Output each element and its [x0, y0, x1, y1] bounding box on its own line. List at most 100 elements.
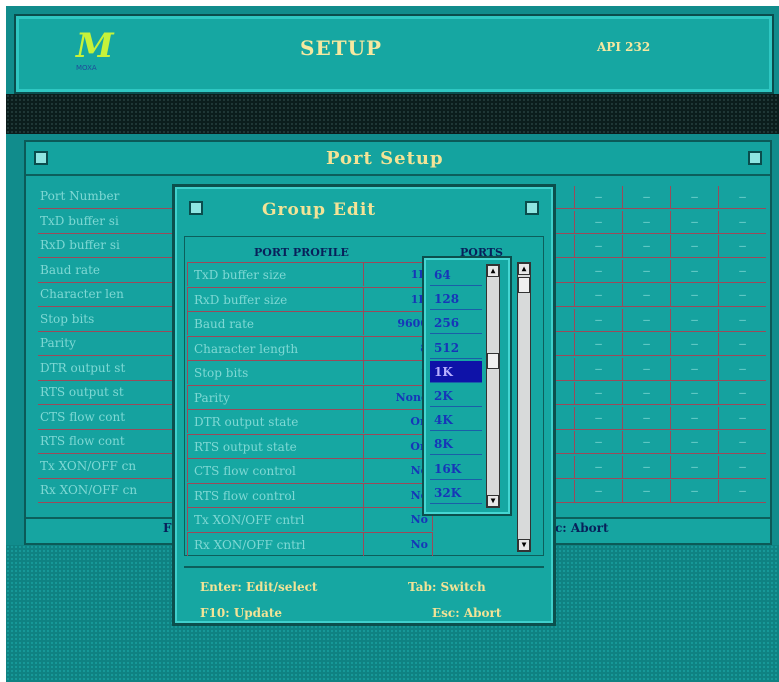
port-value-cell[interactable]: —	[718, 455, 766, 478]
port-value-cell[interactable]: —	[670, 308, 718, 331]
profile-row[interactable]: CTS flow control No	[187, 458, 433, 482]
buffer-option[interactable]: 4K	[430, 409, 482, 432]
port-value-cell[interactable]: —	[718, 382, 766, 404]
port-value-cell[interactable]: —	[718, 480, 766, 502]
dropdown-scroll-down-icon[interactable]: ▼	[487, 495, 499, 507]
buffer-option[interactable]: 256	[430, 312, 482, 335]
dropdown-scrollbar[interactable]: ▲ ▼	[486, 264, 500, 508]
port-value-cell[interactable]: —	[574, 259, 622, 282]
port-value-cell[interactable]: —	[622, 357, 670, 380]
scroll-thumb[interactable]	[518, 277, 530, 293]
profile-row[interactable]: TxD buffer size 1K	[187, 262, 433, 286]
scroll-up-arrow-icon[interactable]: ▲	[518, 263, 530, 275]
profile-value[interactable]: On	[366, 440, 428, 453]
buffer-option[interactable]: 1K	[430, 360, 482, 383]
profile-row[interactable]: RTS flow control No	[187, 482, 433, 507]
port-value-cell[interactable]: —	[622, 308, 670, 331]
port-value-cell[interactable]: —	[670, 333, 718, 355]
port-value-cell[interactable]: —	[718, 259, 766, 282]
port-value-cell[interactable]: —	[718, 235, 766, 257]
port-value-cell[interactable]: —	[670, 259, 718, 282]
port-value-cell[interactable]: —	[718, 357, 766, 380]
dropdown-scroll-up-icon[interactable]: ▲	[487, 265, 499, 277]
profile-row[interactable]: RTS output state On	[187, 433, 433, 458]
profile-row[interactable]: RxD buffer size 1K	[187, 286, 433, 311]
port-value-cell[interactable]: —	[670, 284, 718, 306]
port-value-cell[interactable]: —	[670, 210, 718, 233]
port-value-cell[interactable]: —	[622, 382, 670, 404]
port-value-cell[interactable]: —	[622, 333, 670, 355]
port-value-cell[interactable]: —	[574, 284, 622, 306]
window-maximize-box-icon[interactable]	[748, 151, 762, 165]
profile-row[interactable]: Stop bits 1	[187, 360, 433, 384]
port-value-cell[interactable]: —	[670, 357, 718, 380]
port-value-cell[interactable]: —	[622, 210, 670, 233]
port-value-cell[interactable]: —	[622, 284, 670, 306]
port-value-cell[interactable]: —	[670, 480, 718, 502]
profile-value[interactable]: On	[366, 415, 428, 428]
port-value-cell[interactable]: —	[574, 431, 622, 453]
port-value-cell[interactable]: —	[574, 406, 622, 429]
profile-row[interactable]: Baud rate 9600	[187, 311, 433, 335]
buffer-option[interactable]: 8K	[430, 433, 482, 456]
port-value-cell[interactable]: —	[718, 186, 766, 208]
profile-value[interactable]: No	[366, 464, 428, 477]
port-value-cell[interactable]: —	[574, 210, 622, 233]
buffer-option[interactable]: 32K	[430, 482, 482, 504]
port-value-cell[interactable]: —	[718, 431, 766, 453]
profile-row[interactable]: Character length 8	[187, 335, 433, 360]
port-value-cell[interactable]: —	[670, 455, 718, 478]
profile-value[interactable]: No	[366, 513, 428, 526]
port-value-cell[interactable]: —	[622, 259, 670, 282]
window-menu-box-icon[interactable]	[34, 151, 48, 165]
profile-row[interactable]: Rx XON/OFF cntrl No	[187, 531, 433, 556]
port-value-cell[interactable]: —	[718, 308, 766, 331]
port-value-cell[interactable]: —	[670, 382, 718, 404]
buffer-option[interactable]: 64	[430, 264, 482, 286]
profile-value[interactable]: 9600	[366, 317, 428, 330]
port-value-cell[interactable]: —	[622, 431, 670, 453]
port-value-cell[interactable]: —	[718, 333, 766, 355]
buffer-option[interactable]: 2K	[430, 385, 482, 407]
profile-value[interactable]: 1	[366, 366, 428, 379]
profile-value[interactable]: 8	[366, 342, 428, 355]
scroll-down-arrow-icon[interactable]: ▼	[518, 539, 530, 551]
port-value-cell[interactable]: —	[574, 186, 622, 208]
port-value-cell[interactable]: —	[718, 284, 766, 306]
profile-value[interactable]: 1K	[366, 293, 428, 306]
buffer-option[interactable]: 512	[430, 337, 482, 359]
port-value-cell[interactable]: —	[622, 480, 670, 502]
profile-value[interactable]: No	[366, 489, 428, 502]
port-value-cell[interactable]: —	[574, 357, 622, 380]
port-value-cell[interactable]: —	[574, 480, 622, 502]
profile-row[interactable]: Parity None	[187, 384, 433, 409]
dropdown-scroll-thumb[interactable]	[487, 353, 499, 369]
port-value-cell[interactable]: —	[718, 406, 766, 429]
port-value-cell[interactable]: —	[718, 210, 766, 233]
port-value-cell[interactable]: —	[622, 235, 670, 257]
port-value-cell[interactable]: —	[670, 431, 718, 453]
profile-value[interactable]: 1K	[366, 268, 428, 281]
profile-value[interactable]: No	[366, 538, 428, 551]
profile-separator	[363, 459, 364, 482]
port-value-cell[interactable]: —	[574, 382, 622, 404]
group-menu-box-icon[interactable]	[189, 201, 203, 215]
buffer-option[interactable]: 16K	[430, 458, 482, 480]
port-value-cell[interactable]: —	[670, 186, 718, 208]
port-value-cell[interactable]: —	[574, 235, 622, 257]
port-value-cell[interactable]: —	[574, 333, 622, 355]
port-value-cell[interactable]: —	[670, 406, 718, 429]
port-value-cell[interactable]: —	[574, 308, 622, 331]
profile-row[interactable]: Tx XON/OFF cntrl No	[187, 507, 433, 531]
port-value-cell[interactable]: —	[622, 455, 670, 478]
profile-row[interactable]: DTR output state On	[187, 409, 433, 433]
port-value-cell[interactable]: —	[622, 406, 670, 429]
port-value-cell[interactable]: —	[574, 455, 622, 478]
port-value-cell[interactable]: —	[670, 235, 718, 257]
profile-scrollbar[interactable]: ▲ ▼	[517, 262, 531, 552]
port-value-cell[interactable]: —	[622, 186, 670, 208]
buffer-option[interactable]: 128	[430, 288, 482, 311]
group-maximize-box-icon[interactable]	[525, 201, 539, 215]
profile-value[interactable]: None	[366, 391, 428, 404]
f10-hint: F10: Update	[200, 606, 283, 620]
